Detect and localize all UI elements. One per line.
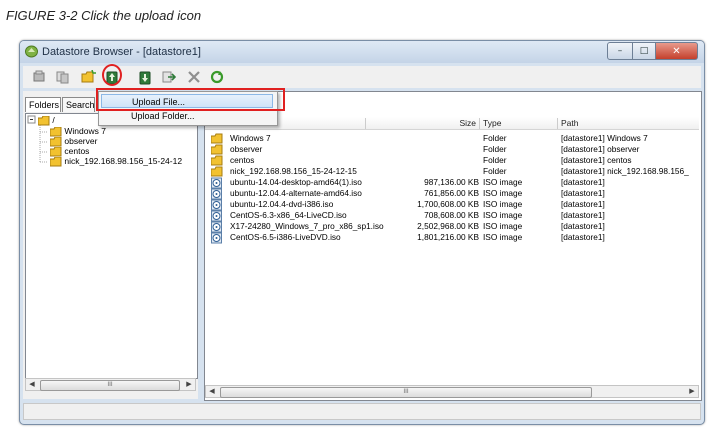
file-type: ISO image: [483, 232, 523, 242]
folder-icon: [37, 115, 50, 126]
move-button[interactable]: [161, 69, 177, 85]
browse-datastore-icon: [33, 70, 45, 82]
minimize-icon: –: [617, 46, 623, 56]
scroll-left-icon[interactable]: ◀: [206, 386, 218, 397]
delete-button[interactable]: [186, 69, 202, 85]
scroll-thumb[interactable]: III: [220, 387, 592, 398]
maximize-icon: □: [639, 46, 649, 56]
close-button[interactable]: ✕: [656, 42, 698, 60]
folder-pane: Folders Search / Windows 7 observer cent…: [23, 91, 198, 399]
new-folder-icon: [81, 70, 96, 83]
scroll-right-icon[interactable]: ▶: [686, 386, 698, 397]
maximize-button[interactable]: □: [633, 42, 656, 60]
move-icon: [162, 71, 176, 83]
download-icon: [139, 71, 151, 84]
upload-icon-highlight-circle: [102, 64, 122, 86]
title-bar[interactable]: Datastore Browser - [datastore1] – □ ✕: [20, 41, 704, 63]
toolbar: [23, 66, 701, 88]
copy-button[interactable]: [55, 69, 71, 85]
download-button[interactable]: [137, 69, 153, 85]
scroll-right-icon[interactable]: ▶: [183, 379, 195, 390]
window-title: Datastore Browser - [datastore1]: [42, 46, 201, 58]
datastore-app-icon: [25, 45, 38, 58]
upload-file-highlight-box: [96, 88, 285, 111]
new-folder-button[interactable]: [80, 69, 96, 85]
status-bar: [23, 403, 701, 420]
scroll-thumb[interactable]: III: [40, 380, 180, 391]
column-header-type[interactable]: Type: [479, 118, 557, 129]
tab-folders[interactable]: Folders: [25, 97, 61, 112]
window-controls: – □ ✕: [607, 42, 698, 60]
disc-icon: [211, 232, 222, 244]
column-header-path[interactable]: Path: [557, 118, 699, 129]
scroll-left-icon[interactable]: ◀: [26, 379, 38, 390]
figure-caption: FIGURE 3-2 Click the upload icon: [6, 8, 202, 23]
close-icon: ✕: [672, 45, 681, 57]
tree-item[interactable]: nick_192.168.98.156_15-24-12: [49, 155, 182, 167]
refresh-icon: [210, 70, 224, 84]
folder-tree[interactable]: / Windows 7 observer centos nick_192.168…: [25, 113, 198, 379]
copy-icon: [56, 71, 69, 84]
folder-icon: [49, 156, 62, 167]
tab-search[interactable]: Search: [62, 97, 95, 112]
file-path: [datastore1]: [561, 232, 605, 242]
browse-datastore-button[interactable]: [31, 69, 47, 85]
right-horizontal-scrollbar[interactable]: ◀ III ▶: [205, 385, 699, 398]
column-header-size[interactable]: Size: [365, 118, 479, 129]
upload-folder-menu-item[interactable]: Upload Folder...: [101, 109, 273, 123]
delete-icon: [188, 71, 200, 83]
minimize-button[interactable]: –: [607, 42, 633, 60]
left-horizontal-scrollbar[interactable]: ◀ III ▶: [25, 378, 196, 391]
refresh-button[interactable]: [209, 69, 225, 85]
file-size: 1,801,216.00 KB: [417, 232, 479, 242]
table-row[interactable]: CentOS-6.5-i386-LiveDVD.iso 1,801,216.00…: [205, 231, 699, 244]
file-list-pane: Size Type Path Windows 7 Folder [datasto…: [204, 91, 702, 401]
